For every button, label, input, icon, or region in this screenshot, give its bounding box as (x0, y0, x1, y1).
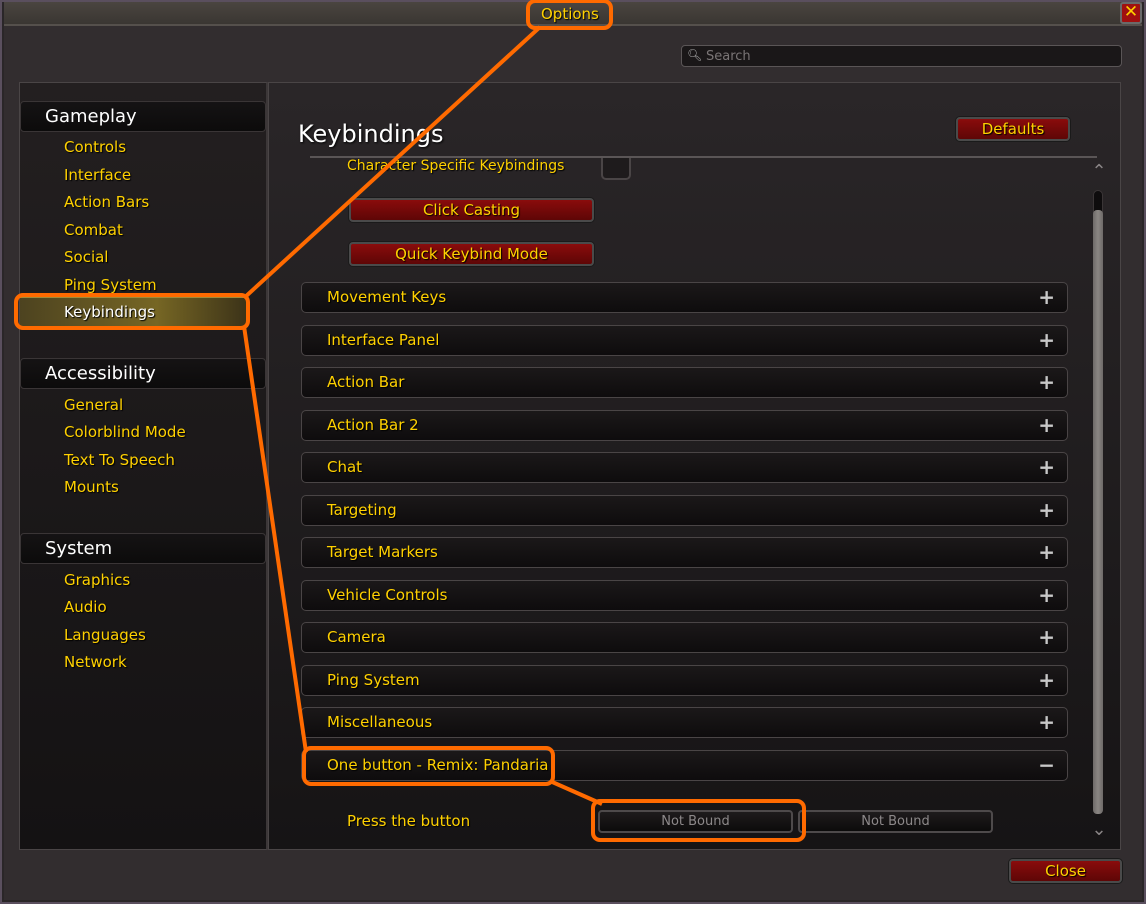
section-label: Target Markers (327, 543, 438, 561)
search-icon: 🔍︎ (687, 48, 703, 62)
section-movement-keys[interactable]: Movement Keys + (301, 282, 1068, 313)
section-label: Interface Panel (327, 331, 440, 349)
primary-binding-button[interactable]: Not Bound (598, 810, 793, 833)
close-button[interactable]: Close (1009, 859, 1122, 883)
section-label: Action Bar (327, 373, 405, 391)
category-header-system[interactable]: System (20, 533, 266, 564)
sidebar-item-audio[interactable]: Audio (64, 598, 107, 616)
sidebar-item-controls[interactable]: Controls (64, 138, 126, 156)
defaults-button[interactable]: Defaults (956, 117, 1070, 141)
section-label: Targeting (327, 501, 397, 519)
sidebar-item-combat[interactable]: Combat (64, 221, 123, 239)
scroll-down-arrow-icon[interactable]: ⌄ (1089, 821, 1109, 839)
section-chat[interactable]: Chat + (301, 452, 1068, 483)
section-label: Ping System (327, 671, 420, 689)
sidebar-item-social[interactable]: Social (64, 248, 108, 266)
sidebar-item-languages[interactable]: Languages (64, 626, 146, 644)
expand-plus-icon[interactable]: + (1038, 710, 1055, 734)
section-miscellaneous[interactable]: Miscellaneous + (301, 707, 1068, 738)
search-box[interactable]: 🔍︎ (681, 45, 1122, 67)
section-vehicle-controls[interactable]: Vehicle Controls + (301, 580, 1068, 611)
scroll-up-arrow-icon[interactable]: ⌃ (1089, 163, 1109, 181)
sidebar-item-colorblind-mode[interactable]: Colorblind Mode (64, 423, 186, 441)
section-label: Action Bar 2 (327, 416, 419, 434)
binding-action-label: Press the button (347, 812, 471, 830)
expand-plus-icon[interactable]: + (1038, 413, 1055, 437)
section-camera[interactable]: Camera + (301, 622, 1068, 653)
quick-keybind-mode-button[interactable]: Quick Keybind Mode (349, 242, 594, 266)
close-x-icon: ✕ (1123, 2, 1139, 22)
sidebar-item-action-bars[interactable]: Action Bars (64, 193, 149, 211)
sidebar-item-interface[interactable]: Interface (64, 166, 131, 184)
section-targeting[interactable]: Targeting + (301, 495, 1068, 526)
close-x-button[interactable]: ✕ (1120, 2, 1142, 24)
window-title: Options (541, 5, 599, 23)
secondary-binding-button[interactable]: Not Bound (798, 810, 993, 833)
collapse-minus-icon[interactable]: − (1038, 753, 1055, 777)
section-label: Vehicle Controls (327, 586, 448, 604)
sidebar-item-network[interactable]: Network (64, 653, 127, 671)
expand-plus-icon[interactable]: + (1038, 455, 1055, 479)
section-action-bar[interactable]: Action Bar + (301, 367, 1068, 398)
section-interface-panel[interactable]: Interface Panel + (301, 325, 1068, 356)
expand-plus-icon[interactable]: + (1038, 328, 1055, 352)
expand-plus-icon[interactable]: + (1038, 668, 1055, 692)
scrollbar-thumb[interactable] (1093, 210, 1103, 814)
expand-plus-icon[interactable]: + (1038, 370, 1055, 394)
section-label: Chat (327, 458, 363, 476)
sidebar-item-mounts[interactable]: Mounts (64, 478, 119, 496)
character-specific-label: Character Specific Keybindings (347, 158, 565, 174)
section-label: Movement Keys (327, 288, 447, 306)
expand-plus-icon[interactable]: + (1038, 498, 1055, 522)
page-title: Keybindings (298, 120, 444, 148)
expand-plus-icon[interactable]: + (1038, 285, 1055, 309)
sidebar-item-graphics[interactable]: Graphics (64, 571, 130, 589)
section-label: Miscellaneous (327, 713, 433, 731)
click-casting-button[interactable]: Click Casting (349, 198, 594, 222)
section-label: Camera (327, 628, 386, 646)
section-action-bar-2[interactable]: Action Bar 2 + (301, 410, 1068, 441)
sidebar-item-general[interactable]: General (64, 396, 123, 414)
sidebar-item-text-to-speech[interactable]: Text To Speech (64, 451, 175, 469)
category-header-gameplay[interactable]: Gameplay (20, 101, 266, 132)
search-input[interactable] (706, 47, 1106, 65)
sidebar-item-keybindings[interactable]: Keybindings (64, 303, 155, 321)
character-specific-checkbox[interactable] (601, 158, 631, 180)
category-header-accessibility[interactable]: Accessibility (20, 358, 266, 389)
section-one-button-remix-pandaria[interactable]: One button - Remix: Pandaria − (301, 750, 1068, 781)
expand-plus-icon[interactable]: + (1038, 540, 1055, 564)
category-sidebar: Gameplay Controls Interface Action Bars … (19, 82, 268, 850)
expand-plus-icon[interactable]: + (1038, 625, 1055, 649)
section-label: One button - Remix: Pandaria (327, 756, 549, 774)
sidebar-item-ping-system[interactable]: Ping System (64, 276, 157, 294)
section-target-markers[interactable]: Target Markers + (301, 537, 1068, 568)
expand-plus-icon[interactable]: + (1038, 583, 1055, 607)
section-ping-system[interactable]: Ping System + (301, 665, 1068, 696)
